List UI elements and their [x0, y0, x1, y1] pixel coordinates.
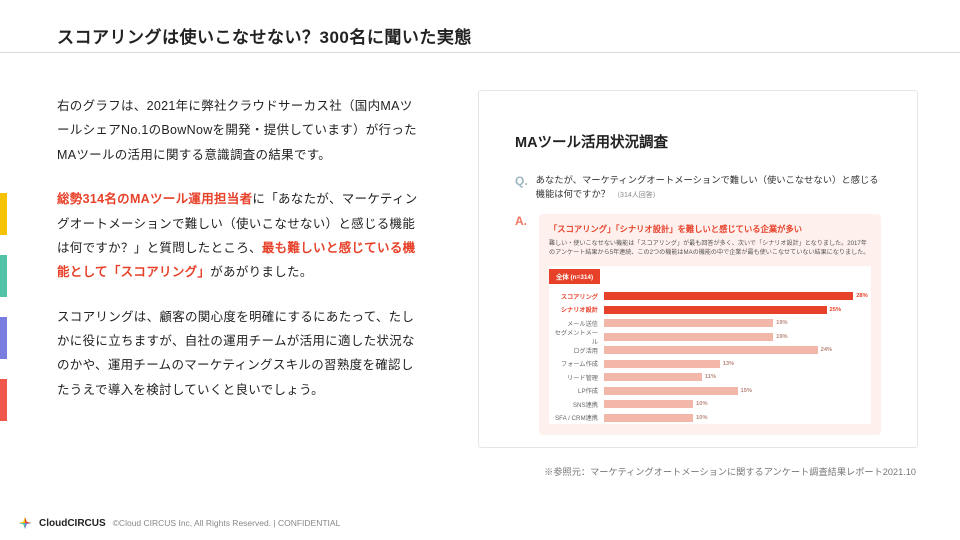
bar-fill: [604, 306, 827, 314]
question-row: Q. あなたが、マーケティングオートメーションで難しい（使いこなせない）と感じる…: [515, 174, 881, 202]
bar-fill: [604, 400, 693, 408]
accent-bar: [0, 379, 7, 421]
bar-label: ログ活用: [549, 346, 604, 355]
bar-label: LP作成: [549, 386, 604, 395]
page-title: スコアリングは使いこなせない？300名に聞いた実態: [57, 23, 472, 48]
bar-label: スコアリング: [549, 292, 604, 301]
divider: [0, 52, 960, 53]
bar-label: SNS連携: [549, 400, 604, 409]
chart-bars-container: スコアリング 28% シナリオ設計 25% メール送信 19% セグメントメール 19% ログ活…: [549, 290, 871, 424]
body-paragraph-3: スコアリングは、顧客の関心度を明確にするにあたって、たしかに役に立ちますが、自社…: [57, 305, 425, 403]
bar-fill: [604, 346, 818, 354]
bar-track: 19%: [604, 333, 871, 341]
a-letter: A.: [515, 214, 531, 228]
question-note: （314人回答）: [613, 192, 660, 199]
bar-fill: [604, 292, 853, 300]
survey-card: MAツール活用状況調査 Q. あなたが、マーケティングオートメーションで難しい（…: [478, 90, 918, 448]
bar-label: シナリオ設計: [549, 305, 604, 314]
bar-fill: [604, 333, 773, 341]
logo-text-circus: CIRCUS: [67, 518, 105, 529]
bar-row: ログ活用 24%: [549, 344, 871, 356]
bar-fill: [604, 414, 693, 422]
chart-header-band: 全体 (n=314): [549, 269, 600, 284]
accent-color-bars: [0, 193, 7, 441]
accent-bar: [0, 255, 7, 297]
answer-row: A. 「スコアリング」「シナリオ設計」を難しいと感じている企業が多い 難しい・使…: [515, 214, 881, 435]
bar-track: 10%: [604, 414, 871, 422]
emphasis-respondent-count: 総勢314名のMAツール運用担当者: [57, 192, 252, 206]
bar-fill: [604, 373, 702, 381]
answer-panel: 「スコアリング」「シナリオ設計」を難しいと感じている企業が多い 難しい・使いこな…: [539, 214, 881, 435]
bar-value: 19%: [776, 334, 788, 340]
bar-row: スコアリング 28%: [549, 290, 871, 302]
bar-value: 28%: [856, 293, 868, 299]
bar-row: リード管理 11%: [549, 371, 871, 383]
question-text-main: あなたが、マーケティングオートメーションで難しい（使いこなせない）と感じる機能は…: [536, 175, 879, 199]
bar-track: 19%: [604, 319, 871, 327]
bar-value: 25%: [830, 307, 842, 313]
bar-label: メール送信: [549, 319, 604, 328]
cloudcircus-logo-icon: [18, 516, 32, 530]
bar-value: 10%: [696, 415, 708, 421]
copyright-text: ©Cloud CIRCUS Inc, All Rights Reserved. …: [113, 518, 341, 528]
logo-text: CloudCIRCUS: [39, 518, 106, 529]
question-text: あなたが、マーケティングオートメーションで難しい（使いこなせない）と感じる機能は…: [536, 174, 881, 202]
bar-track: 24%: [604, 346, 871, 354]
bar-value: 10%: [696, 401, 708, 407]
bar-row: セグメントメール 19%: [549, 331, 871, 343]
bar-label: セグメントメール: [549, 328, 604, 346]
bar-track: 28%: [604, 292, 871, 300]
citation-text: ※参照元：マーケティングオートメーションに関するアンケート調査結果レポート202…: [544, 464, 916, 478]
bar-value: 24%: [821, 347, 833, 353]
footer: CloudCIRCUS ©Cloud CIRCUS Inc, All Right…: [18, 516, 340, 530]
bar-track: 11%: [604, 373, 871, 381]
bar-chart: 全体 (n=314) スコアリング28%シナリオ設計25%メール送信19%セグメ…: [549, 266, 871, 424]
body-paragraph-1: 右のグラフは、2021年に弊社クラウドサーカス社（国内MAツールシェアNo.1の…: [57, 94, 425, 167]
accent-bar: [0, 317, 7, 359]
body-paragraph-2: 総勢314名のMAツール運用担当者に「あなたが、マーケティングオートメーションで…: [57, 187, 425, 285]
body-p2-tail: があがりました。: [210, 265, 312, 279]
bar-label: フォーム作成: [549, 359, 604, 368]
bar-row: LP作成 15%: [549, 385, 871, 397]
answer-subtext: 難しい・使いこなせない機能は「スコアリング」が最も回答が多く、次いで「シナリオ設…: [549, 239, 871, 257]
bar-track: 25%: [604, 306, 871, 314]
answer-headline: 「スコアリング」「シナリオ設計」を難しいと感じている企業が多い: [549, 223, 871, 235]
bar-value: 13%: [723, 361, 735, 367]
bar-row: フォーム作成 13%: [549, 358, 871, 370]
body-text-column: 右のグラフは、2021年に弊社クラウドサーカス社（国内MAツールシェアNo.1の…: [57, 94, 425, 422]
bar-track: 15%: [604, 387, 871, 395]
bar-row: シナリオ設計 25%: [549, 304, 871, 316]
bar-track: 13%: [604, 360, 871, 368]
bar-track: 10%: [604, 400, 871, 408]
bar-fill: [604, 360, 720, 368]
bar-value: 19%: [776, 320, 788, 326]
q-letter: Q.: [515, 174, 528, 188]
bar-row: SNS連携 10%: [549, 398, 871, 410]
bar-label: SFA / CRM連携: [549, 413, 604, 422]
logo-text-cloud: Cloud: [39, 518, 67, 529]
bar-label: リード管理: [549, 373, 604, 382]
bar-value: 15%: [741, 388, 753, 394]
bar-fill: [604, 319, 773, 327]
accent-bar: [0, 193, 7, 235]
bar-fill: [604, 387, 738, 395]
bar-row: SFA / CRM連携 10%: [549, 412, 871, 424]
card-title: MAツール活用状況調査: [515, 131, 881, 152]
bar-value: 11%: [705, 374, 716, 380]
